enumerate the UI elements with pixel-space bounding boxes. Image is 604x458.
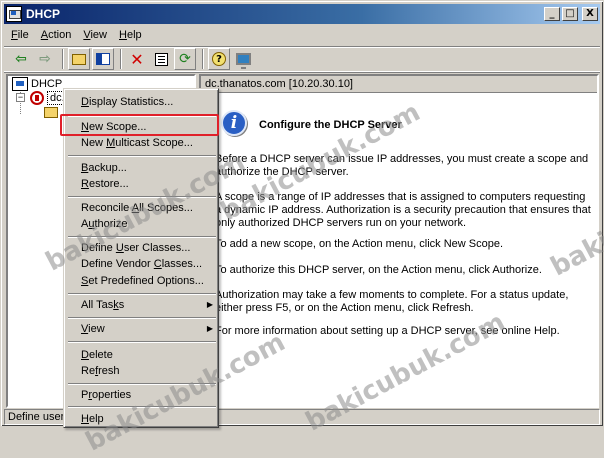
menu-item-define-vendor-classes[interactable]: Define Vendor Classes... xyxy=(67,256,217,272)
menu-separator xyxy=(68,293,216,295)
maximize-button[interactable]: □ xyxy=(562,7,578,21)
forward-button[interactable]: ⇨ xyxy=(34,48,56,70)
toolbar-separator xyxy=(202,49,204,69)
detail-paragraph: A scope is a range of IP addresses that … xyxy=(215,191,591,229)
menu-item-delete[interactable]: Delete xyxy=(67,347,217,363)
menu-separator xyxy=(68,196,216,198)
show-hide-tree-button[interactable] xyxy=(92,48,114,70)
console-button[interactable] xyxy=(232,48,254,70)
scope-folder-icon[interactable] xyxy=(44,107,58,118)
dhcp-app-icon xyxy=(6,6,22,22)
menu-item-view[interactable]: View ▶ xyxy=(67,321,217,337)
detail-pane: dc.thanatos.com [10.20.30.10] i Configur… xyxy=(199,74,599,408)
menu-item-display-statistics[interactable]: Display Statistics... xyxy=(67,94,217,110)
menu-separator xyxy=(68,341,216,343)
menu-bar: File Action View Help xyxy=(5,27,148,45)
submenu-arrow-icon: ▶ xyxy=(206,300,213,309)
properties-button[interactable] xyxy=(150,48,172,70)
help-button[interactable]: ? xyxy=(208,48,230,70)
menu-help[interactable]: Help xyxy=(113,27,148,45)
detail-paragraph: Authorization may take a few moments to … xyxy=(215,289,569,314)
menu-action[interactable]: Action xyxy=(35,27,78,45)
menu-item-refresh[interactable]: Refresh xyxy=(67,363,217,379)
refresh-button[interactable]: ⟳ xyxy=(174,48,196,70)
title-bar[interactable]: DHCP _ □ X xyxy=(4,4,600,24)
show-hide-tree-icon xyxy=(96,53,110,65)
up-one-level-button[interactable] xyxy=(68,48,90,70)
detail-header: dc.thanatos.com [10.20.30.10] xyxy=(201,76,597,93)
menu-item-authorize[interactable]: Authorize xyxy=(67,216,217,232)
toolbar-separator xyxy=(120,49,122,69)
collapse-toggle[interactable]: − xyxy=(16,93,25,102)
menu-item-define-user-classes[interactable]: Define User Classes... xyxy=(67,240,217,256)
menu-item-restore[interactable]: Restore... xyxy=(67,176,217,192)
menu-separator xyxy=(68,155,216,157)
window-title: DHCP xyxy=(26,7,61,21)
context-menu: Display Statistics... New Scope... New M… xyxy=(63,88,219,428)
dhcp-node-icon xyxy=(12,77,28,91)
menu-item-backup[interactable]: Backup... xyxy=(67,160,217,176)
console-icon xyxy=(235,53,251,69)
menu-item-new-multicast-scope[interactable]: New Multicast Scope... xyxy=(67,135,217,151)
toolbar-separator xyxy=(62,49,64,69)
menu-separator xyxy=(68,317,216,319)
properties-icon xyxy=(154,52,168,66)
info-icon: i xyxy=(221,110,247,136)
detail-title: Configure the DHCP Server xyxy=(259,119,402,131)
tree-root-label: DHCP xyxy=(31,78,63,90)
menu-item-reconcile-all-scopes[interactable]: Reconcile All Scopes... xyxy=(67,200,217,216)
menu-item-properties[interactable]: Properties xyxy=(67,387,217,403)
detail-paragraph: To authorize this DHCP server, on the Ac… xyxy=(215,264,542,276)
status-panel xyxy=(204,409,600,425)
detail-paragraph: To add a new scope, on the Action menu, … xyxy=(215,238,503,250)
menu-item-help[interactable]: Help xyxy=(67,411,217,427)
forward-arrow-icon: ⇨ xyxy=(39,51,51,67)
back-button[interactable]: ⇦ xyxy=(10,48,32,70)
dhcp-window: DHCP _ □ X File Action View Help ⇦ ⇨ ✕ ⟳… xyxy=(0,0,604,457)
help-icon: ? xyxy=(212,52,226,66)
menu-separator xyxy=(68,383,216,385)
detail-paragraph: Before a DHCP server can issue IP addres… xyxy=(215,153,589,178)
server-down-icon xyxy=(30,91,44,105)
menu-view[interactable]: View xyxy=(77,27,113,45)
delete-button[interactable]: ✕ xyxy=(126,48,148,70)
menu-separator xyxy=(68,236,216,238)
close-button[interactable]: X xyxy=(582,7,598,21)
back-arrow-icon: ⇦ xyxy=(15,51,27,67)
refresh-icon: ⟳ xyxy=(179,51,191,67)
menu-item-all-tasks[interactable]: All Tasks ▶ xyxy=(67,297,217,313)
up-folder-icon xyxy=(72,53,86,65)
minimize-button[interactable]: _ xyxy=(544,7,560,21)
new-scope-highlight xyxy=(60,114,219,136)
tree-root-dhcp[interactable]: DHCP xyxy=(12,77,62,91)
submenu-arrow-icon: ▶ xyxy=(206,324,213,333)
toolbar: ⇦ ⇨ ✕ ⟳ ? xyxy=(4,46,600,72)
menu-item-set-predefined-options[interactable]: Set Predefined Options... xyxy=(67,273,217,289)
menu-separator xyxy=(68,406,216,408)
detail-paragraph: For more information about setting up a … xyxy=(215,325,560,337)
menu-file[interactable]: File xyxy=(5,27,35,45)
delete-icon: ✕ xyxy=(130,49,144,69)
